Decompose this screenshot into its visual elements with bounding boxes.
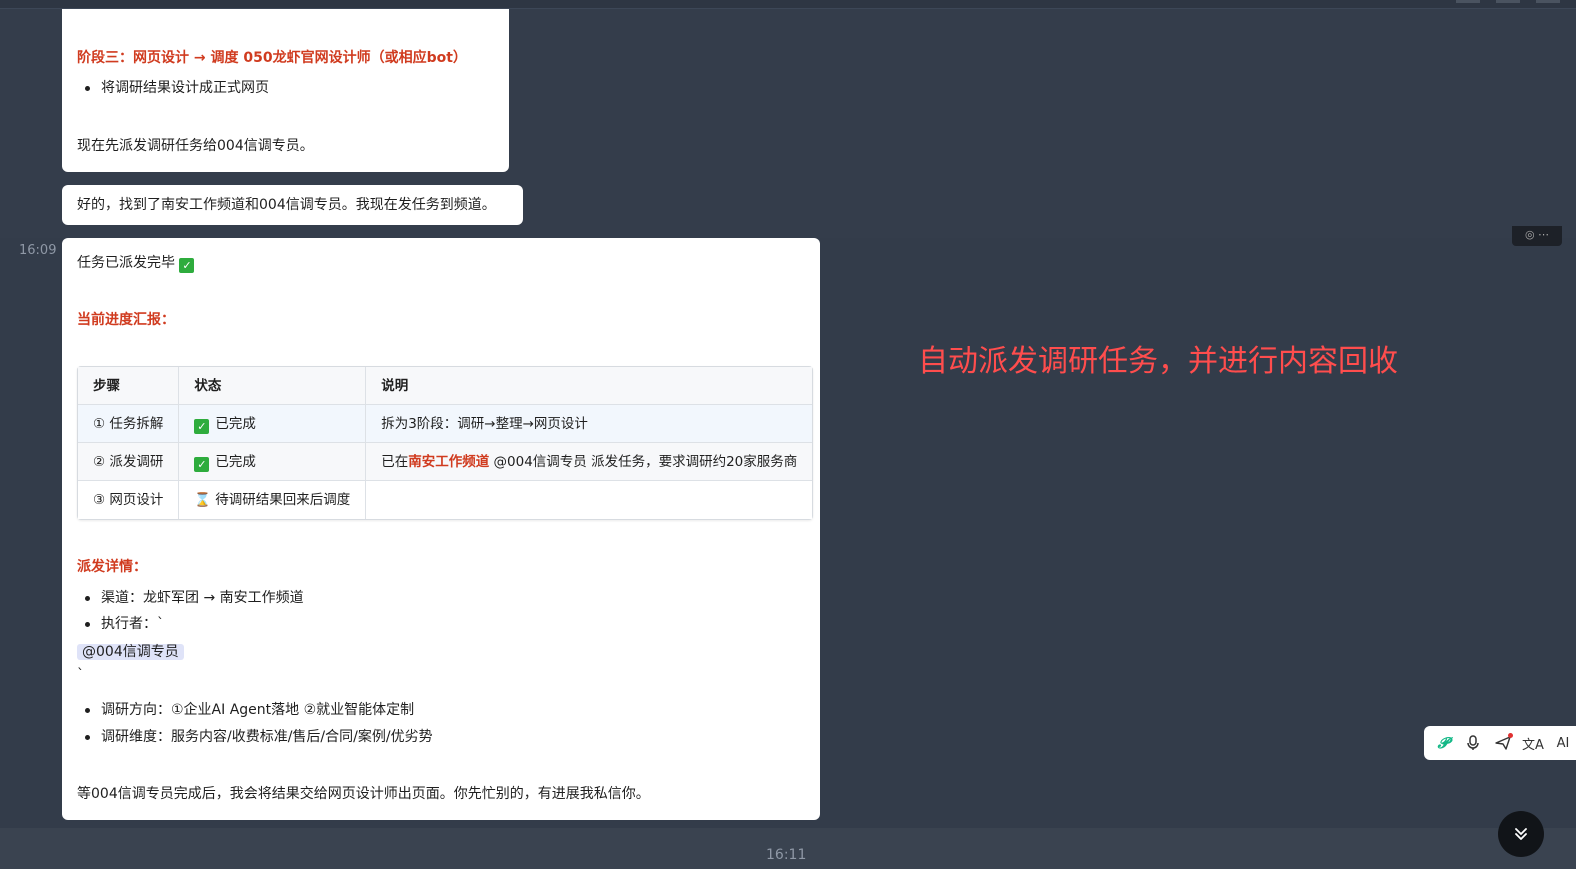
- step-cell: ① 任务拆解: [78, 405, 180, 443]
- message-timestamp: 16:11: [766, 847, 807, 863]
- message-text: 等004信调专员完成后，我会将结果交给网页设计师出页面。你先忙别的，有进展我私信…: [77, 786, 650, 802]
- status-cell: ⌛ 待调研结果回来后调度: [179, 481, 367, 519]
- mention-text[interactable]: @004信调专员: [77, 644, 184, 660]
- dispatch-heading: 派发详情：: [77, 559, 147, 575]
- list-item: 渠道：龙虾军团 → 南安工作频道: [85, 590, 304, 606]
- hourglass-icon: ⌛: [194, 492, 212, 508]
- note-prefix: 已在: [381, 453, 409, 470]
- list-item: 调研方向：①企业AI Agent落地 ②就业智能体定制: [84, 702, 415, 718]
- translate-icon[interactable]: 文A: [1522, 732, 1544, 754]
- check-icon: ✓: [179, 258, 195, 273]
- send-icon[interactable]: [1492, 732, 1514, 754]
- window-control[interactable]: [1456, 0, 1480, 3]
- backtick-text: `: [77, 667, 84, 683]
- report-intro: 任务已派发完毕 ✓: [77, 253, 200, 273]
- list-item: 调研维度：服务内容/收费标准/售后/合同/案例/优劣势: [85, 729, 433, 745]
- message-bubble-found: 好的，找到了南安工作频道和004信调专员。我现在发任务到频道。: [62, 185, 523, 225]
- table-header: 步骤: [78, 367, 180, 405]
- step-cell: ② 派发调研: [78, 443, 180, 481]
- check-icon: ✓: [194, 418, 210, 434]
- p-logo-icon[interactable]: 𝓟: [1432, 732, 1454, 754]
- list-item: 将调研结果设计成正式网页: [85, 80, 269, 96]
- stage3-heading: 阶段三：网页设计 → 调度 050龙虾官网设计师（或相应bot）: [77, 50, 467, 66]
- report-intro-text: 任务已派发完毕: [77, 255, 175, 271]
- message-text: 好的，找到了南安工作频道和004信调专员。我现在发任务到频道。: [77, 197, 496, 213]
- progress-heading: 当前进度汇报：: [77, 312, 175, 328]
- step-cell: ③ 网页设计: [78, 481, 180, 519]
- table-row: ① 任务拆解 ✓ 已完成 拆为3阶段：调研→整理→网页设计: [78, 405, 813, 443]
- message-bubble-plan: 阶段三：网页设计 → 调度 050龙虾官网设计师（或相应bot） 将调研结果设计…: [62, 9, 509, 172]
- channel-link[interactable]: 南安工作频道: [408, 454, 489, 470]
- status-text: 已完成: [215, 415, 256, 432]
- ai-icon[interactable]: AI: [1552, 732, 1574, 754]
- list-item: 执行者：`: [85, 616, 164, 632]
- mention-chip[interactable]: @004信调专员: [77, 642, 184, 662]
- note-suffix: @004信调专员 派发任务，要求调研约20家服务商: [489, 453, 798, 470]
- message-bubble-report: 任务已派发完毕 ✓ 当前进度汇报： 步骤 状态 说明 ① 任务拆解 ✓ 已完成 拆…: [62, 238, 820, 820]
- overlay-caption: 自动派发调研任务，并进行内容回收: [918, 344, 1398, 379]
- note-cell: 已在南安工作频道 @004信调专员 派发任务，要求调研约20家服务商: [366, 443, 813, 481]
- scroll-to-bottom-button[interactable]: [1498, 811, 1544, 857]
- status-text: 已完成: [215, 453, 256, 470]
- status-text: 待调研结果回来后调度: [215, 492, 351, 508]
- message-actions-icon[interactable]: ◎ ⋯: [1512, 226, 1562, 246]
- progress-table: 步骤 状态 说明 ① 任务拆解 ✓ 已完成 拆为3阶段：调研→整理→网页设计 ② …: [77, 366, 814, 520]
- window-control[interactable]: [1536, 0, 1560, 3]
- floating-toolbar: 𝓟 文A AI: [1424, 726, 1576, 760]
- note-cell: 拆为3阶段：调研→整理→网页设计: [366, 405, 813, 443]
- notification-dot: [1508, 733, 1513, 738]
- check-icon: ✓: [194, 456, 210, 472]
- table-header: 说明: [366, 367, 813, 405]
- table-row: ② 派发调研 ✓ 已完成 已在南安工作频道 @004信调专员 派发任务，要求调研约…: [78, 443, 813, 481]
- status-cell: ✓ 已完成: [179, 443, 367, 481]
- top-border: [0, 0, 1576, 9]
- status-cell: ✓ 已完成: [179, 405, 367, 443]
- double-chevron-down-icon: [1515, 828, 1527, 840]
- table-row: ③ 网页设计 ⌛ 待调研结果回来后调度: [78, 481, 813, 519]
- table-header: 状态: [179, 367, 367, 405]
- message-timestamp: 16:09: [19, 243, 57, 258]
- message-text: 现在先派发调研任务给004信调专员。: [77, 138, 314, 154]
- microphone-icon[interactable]: [1462, 732, 1484, 754]
- note-cell: [366, 481, 813, 519]
- window-control[interactable]: [1496, 0, 1520, 3]
